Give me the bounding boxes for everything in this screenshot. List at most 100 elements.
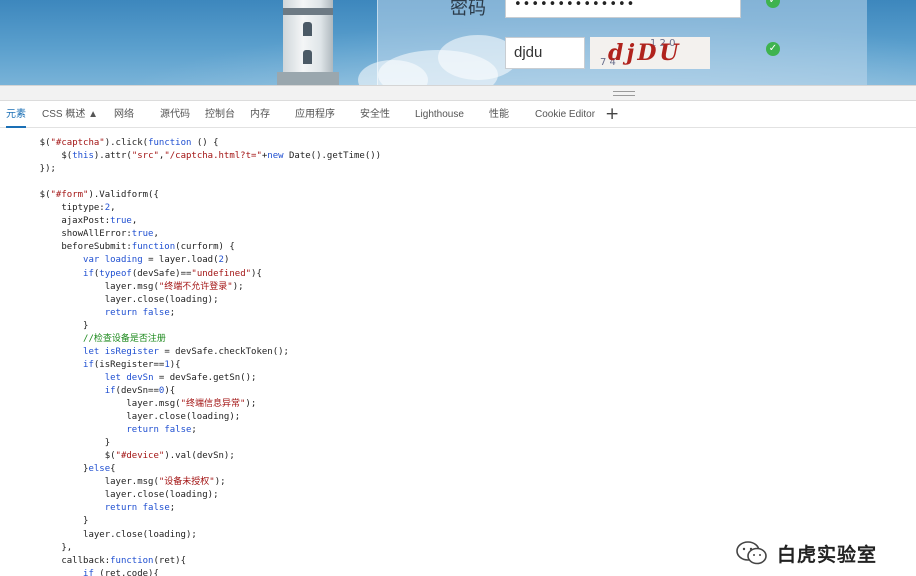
code-token: "#captcha" bbox=[50, 138, 105, 148]
captcha-field[interactable]: djdu bbox=[505, 37, 585, 69]
code-line: $(this).attr("src","/captcha.html?t="+ne… bbox=[18, 150, 381, 163]
code-line: layer.msg("终端不允许登录"); bbox=[18, 281, 244, 294]
watermark: 白虎实验室 bbox=[735, 538, 877, 568]
devtools-resize-bar[interactable] bbox=[0, 85, 916, 101]
code-line: ajaxPost:true, bbox=[18, 215, 137, 228]
tab-lighthouse[interactable]: Lighthouse bbox=[415, 101, 464, 128]
tab-performance[interactable]: 性能 bbox=[489, 101, 509, 128]
code-token: }); bbox=[18, 164, 56, 175]
password-label: 密码 bbox=[450, 0, 486, 19]
code-token: beforeSubmit: bbox=[18, 242, 132, 253]
tab-network[interactable]: 网络 bbox=[114, 101, 134, 128]
code-token: ){ bbox=[169, 359, 181, 370]
code-token: ){ bbox=[164, 385, 176, 396]
captcha-image[interactable]: 1 2 0 7 4 djDU bbox=[590, 37, 710, 69]
code-token: showAllError: bbox=[18, 229, 132, 240]
code-line: var loading = layer.load(2) bbox=[18, 254, 229, 267]
code-token: var bbox=[83, 255, 100, 266]
lighthouse-window bbox=[303, 50, 312, 64]
code-token: return bbox=[104, 503, 138, 514]
code-token: "undefined" bbox=[191, 268, 252, 279]
code-line: tiptype:2, bbox=[18, 202, 116, 215]
code-token: true bbox=[110, 216, 132, 227]
code-token: ); bbox=[214, 477, 226, 488]
code-line: } bbox=[18, 515, 88, 528]
tab-elements[interactable]: 元素 bbox=[6, 101, 26, 128]
lighthouse-band bbox=[283, 8, 333, 15]
code-token: = devSafe.checkToken(); bbox=[158, 346, 289, 357]
code-token: ajaxPost: bbox=[18, 216, 111, 227]
code-token: } bbox=[18, 464, 89, 475]
code-token: $( bbox=[18, 138, 51, 148]
captcha-text: djDU bbox=[608, 40, 682, 66]
code-token: , bbox=[153, 229, 159, 240]
code-token: "终端不允许登录" bbox=[158, 281, 233, 292]
code-token: ; bbox=[169, 503, 176, 514]
code-token: = layer.load( bbox=[142, 255, 219, 266]
code-line: layer.close(loading); bbox=[18, 489, 219, 502]
captcha-valid-icon: ✓ bbox=[766, 42, 780, 56]
code-line: $("#form").Validform({ bbox=[18, 189, 159, 202]
code-token: layer.close(loading); bbox=[18, 412, 241, 423]
code-line: }else{ bbox=[18, 463, 116, 476]
code-token: false bbox=[142, 503, 170, 514]
code-token: tiptype: bbox=[18, 203, 105, 214]
code-token: Date().getTime()) bbox=[283, 151, 382, 162]
watermark-text: 白虎实验室 bbox=[777, 543, 878, 566]
code-token: } bbox=[18, 516, 89, 527]
code-line: return false; bbox=[18, 307, 175, 320]
code-line: layer.msg("终端信息异常"); bbox=[18, 398, 256, 411]
page-viewport: 密码 •••••••••••••• ✓ djdu 1 2 0 7 4 djDU … bbox=[0, 0, 916, 85]
tab-sources[interactable]: 源代码 bbox=[160, 101, 190, 128]
code-line: showAllError:true, bbox=[18, 228, 159, 241]
code-token: isRegister bbox=[104, 346, 159, 357]
code-token: $( bbox=[18, 151, 73, 162]
code-token: ); bbox=[245, 399, 257, 409]
code-token: loading bbox=[104, 255, 143, 266]
code-token: "src" bbox=[131, 151, 159, 162]
tab-css-overview[interactable]: CSS 概述 ▲ bbox=[42, 101, 98, 128]
code-line: if(devSn==0){ bbox=[18, 385, 175, 398]
code-token: (curform) { bbox=[175, 242, 235, 253]
code-token: "#form" bbox=[50, 190, 89, 201]
code-line: beforeSubmit:function(curform) { bbox=[18, 241, 235, 254]
drag-handle-icon[interactable] bbox=[613, 91, 635, 96]
code-line: layer.close(loading); bbox=[18, 294, 219, 307]
code-token: layer.msg( bbox=[18, 477, 159, 488]
code-token: (isRegister== bbox=[93, 359, 165, 370]
password-field[interactable]: •••••••••••••• bbox=[505, 0, 741, 18]
code-line: layer.msg("设备未授权"); bbox=[18, 476, 226, 489]
code-token: = devSafe.getSn(); bbox=[153, 372, 257, 383]
code-token: if bbox=[83, 568, 94, 576]
tab-memory[interactable]: 内存 bbox=[250, 101, 270, 128]
code-token: layer.close(loading); bbox=[18, 490, 219, 501]
code-token: this bbox=[72, 151, 94, 162]
code-token: layer.msg( bbox=[18, 399, 181, 409]
code-token: }, bbox=[18, 542, 73, 553]
code-token: callback: bbox=[18, 555, 111, 566]
code-token: , bbox=[110, 203, 116, 214]
code-token: $( bbox=[18, 190, 51, 201]
lighthouse-base bbox=[277, 72, 339, 85]
tab-cookie-editor[interactable]: Cookie Editor bbox=[535, 101, 595, 128]
code-token: ); bbox=[232, 281, 244, 292]
code-token: (devSn== bbox=[115, 385, 159, 396]
add-tab-icon[interactable]: + bbox=[605, 103, 619, 125]
code-token: "终端信息异常" bbox=[180, 399, 246, 409]
code-token: false bbox=[164, 425, 192, 436]
code-token: let bbox=[104, 372, 121, 383]
tab-security[interactable]: 安全性 bbox=[360, 101, 390, 128]
code-token: function bbox=[131, 242, 176, 253]
code-token: if bbox=[83, 268, 94, 279]
tab-console[interactable]: 控制台 bbox=[205, 101, 235, 128]
code-line: $("#captcha").click(function () { bbox=[18, 137, 219, 150]
code-token: return bbox=[104, 307, 138, 318]
tab-application[interactable]: 应用程序 bbox=[295, 101, 335, 128]
source-code-view[interactable]: $("#captcha").click(function () { $(this… bbox=[0, 128, 916, 576]
code-token: $( bbox=[18, 451, 116, 462]
